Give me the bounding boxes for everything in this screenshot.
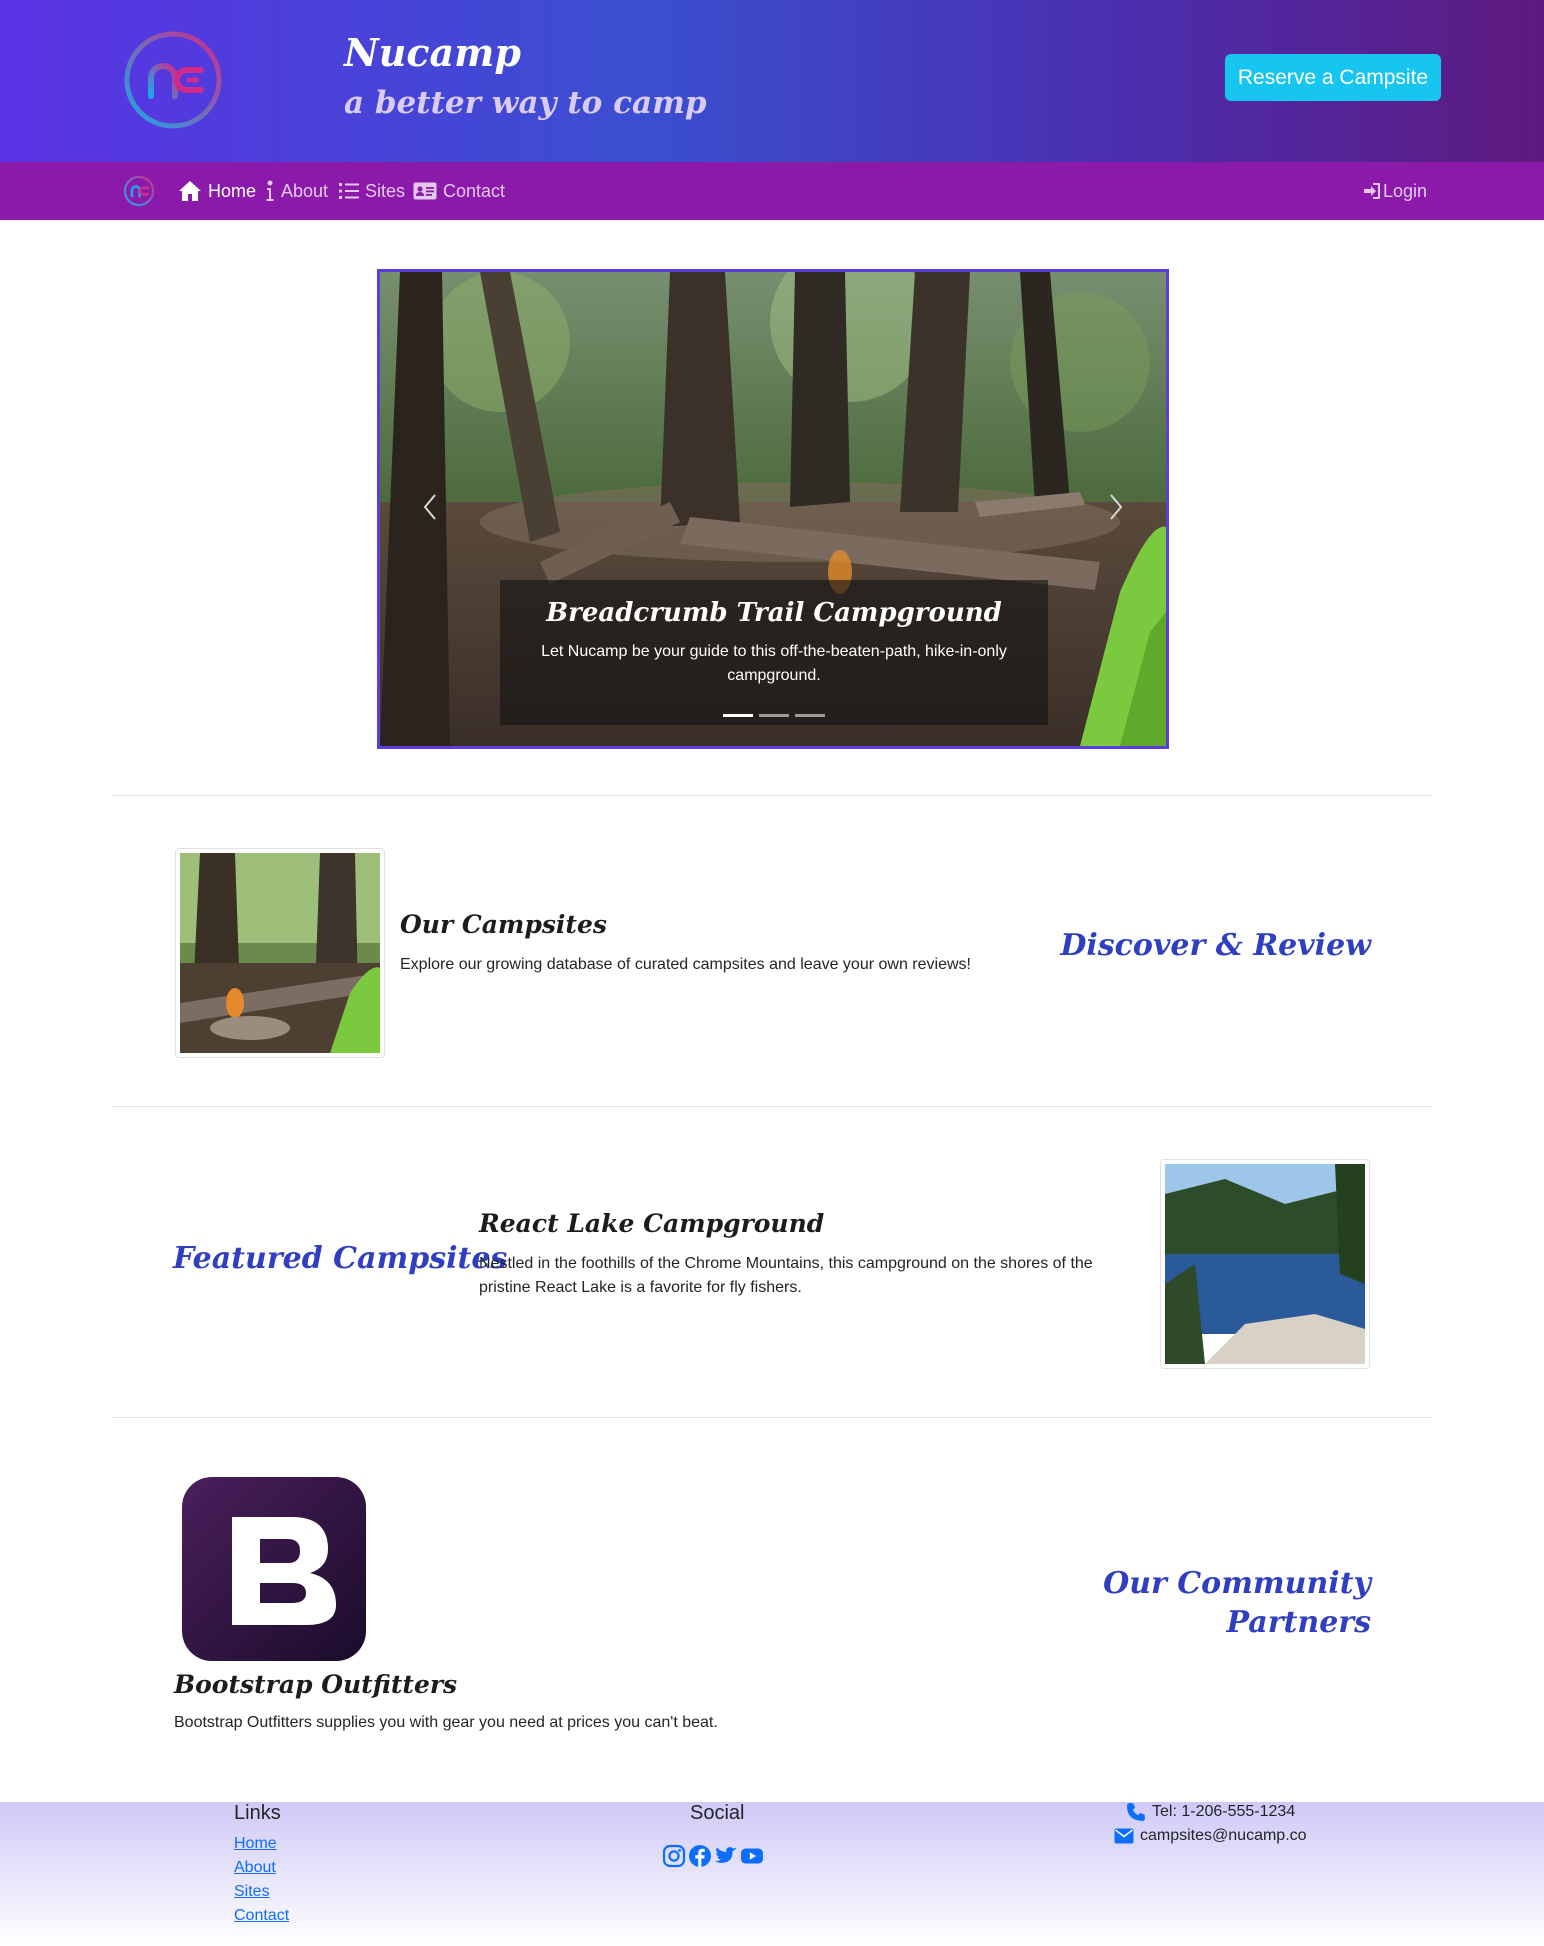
featured-text: Nestled in the foothills of the Chrome M… [479, 1255, 1093, 1296]
carousel-indicator-2[interactable] [759, 714, 789, 717]
nav-item-label: Sites [365, 180, 406, 201]
campsites-thumbnail [175, 848, 385, 1058]
brand-tagline: a better way to camp [344, 85, 707, 121]
footer-link-sites[interactable]: Sites [234, 1883, 270, 1901]
chevron-left-icon [423, 494, 436, 520]
instagram-icon[interactable] [662, 1844, 686, 1868]
carousel: Breadcrumb Trail Campground Let Nucamp b… [377, 269, 1169, 749]
nav-item-sites[interactable]: Sites [339, 162, 405, 220]
nav-item-home[interactable]: Home [178, 162, 256, 220]
carousel-next-button[interactable] [1096, 477, 1136, 537]
nav-item-about[interactable]: About [265, 162, 328, 220]
bootstrap-logo-icon [182, 1477, 366, 1661]
footer-link-contact[interactable]: Contact [234, 1907, 289, 1925]
carousel-prev-button[interactable] [410, 477, 450, 537]
login-label: Login [1383, 180, 1428, 201]
phone-text: Tel: 1-206-555-1234 [1152, 1803, 1296, 1820]
footer-link-home[interactable]: Home [234, 1835, 277, 1853]
nav-logo-icon[interactable] [123, 175, 155, 207]
sign-in-icon [1364, 183, 1380, 199]
nav-item-label: Home [208, 180, 257, 201]
chevron-right-icon [1110, 494, 1123, 520]
header-jumbotron: Nucamp a better way to camp Reserve a Ca… [0, 0, 1544, 162]
email-text: campsites@nucamp.co [1140, 1827, 1307, 1844]
partner-text: Bootstrap Outfitters supplies you with g… [174, 1714, 718, 1731]
envelope-icon [1114, 1828, 1134, 1844]
community-partners-title-line1: Our Community [1103, 1566, 1371, 1601]
caption-title: Breadcrumb Trail Campground [546, 598, 1002, 628]
footer-email[interactable]: campsites@nucamp.co [1114, 1827, 1307, 1845]
lake-image [1165, 1164, 1365, 1364]
carousel-indicator-1[interactable] [723, 714, 753, 717]
partner-heading: Bootstrap Outfitters [174, 1670, 458, 1699]
featured-thumbnail [1160, 1159, 1370, 1369]
nav-item-label: About [281, 180, 329, 201]
twitter-icon[interactable] [714, 1844, 738, 1868]
nav-item-label: Contact [443, 180, 506, 201]
footer: Links Home About Sites Contact Social Te… [0, 1802, 1544, 1946]
address-card-icon [413, 182, 437, 200]
footer-link-about[interactable]: About [234, 1859, 276, 1877]
nav-item-contact[interactable]: Contact [413, 162, 505, 220]
section-divider [112, 795, 1432, 796]
footer-phone: Tel: 1-206-555-1234 [1126, 1802, 1295, 1822]
info-icon [266, 180, 274, 201]
caption-text: Let Nucamp be your guide to this off-the… [541, 643, 1007, 684]
featured-heading: React Lake Campground [479, 1209, 825, 1238]
community-partners-title: Our Community Partners [1103, 1566, 1371, 1640]
login-button[interactable]: Login [1363, 162, 1427, 220]
campsites-heading: Our Campsites [400, 910, 607, 939]
phone-icon [1127, 1803, 1145, 1821]
home-icon [179, 181, 201, 201]
section-divider [112, 1417, 1432, 1418]
list-icon [339, 183, 359, 199]
reserve-campsite-button[interactable]: Reserve a Campsite [1225, 54, 1441, 101]
youtube-icon[interactable] [740, 1844, 764, 1868]
carousel-indicator-3[interactable] [795, 714, 825, 717]
navbar: Home About Sites Contact Login [0, 162, 1544, 220]
featured-campsites-title: Featured Campsites [173, 1241, 508, 1276]
campsites-text: Explore our growing database of curated … [400, 956, 971, 973]
community-partners-title-line2: Partners [1226, 1605, 1371, 1640]
footer-links-heading: Links [234, 1802, 281, 1824]
carousel-caption: Breadcrumb Trail Campground Let Nucamp b… [500, 580, 1048, 725]
discover-review-title: Discover & Review [1060, 928, 1371, 963]
brand-title: Nucamp [344, 30, 521, 75]
footer-social-heading: Social [690, 1802, 745, 1824]
facebook-icon[interactable] [688, 1844, 712, 1868]
section-divider [112, 1106, 1432, 1107]
nucamp-logo-icon [124, 31, 222, 129]
campsite-image [180, 853, 380, 1053]
